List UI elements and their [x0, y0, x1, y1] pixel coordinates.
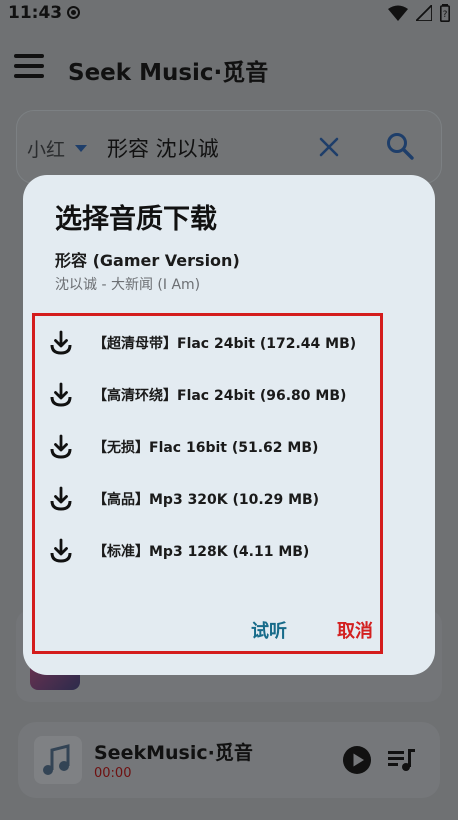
player-time: 00:00 [94, 766, 132, 781]
music-note-icon [43, 744, 70, 775]
quality-option-high[interactable]: 【高品】Mp3 320K (10.29 MB) [35, 478, 380, 518]
source-label: 小红 [27, 139, 66, 161]
download-icon [50, 434, 72, 459]
quality-option-standard[interactable]: 【标准】Mp3 128K (4.11 MB) [35, 530, 380, 570]
app-bar: Seek Music·觅音 [0, 26, 458, 110]
app-title: Seek Music·觅音 [68, 60, 269, 86]
source-dropdown[interactable]: 小红 [27, 135, 88, 162]
download-icon [50, 382, 72, 407]
quality-option-lossless[interactable]: 【无损】Flac 16bit (51.62 MB) [35, 426, 380, 466]
highlight-box: 【超清母带】Flac 24bit (172.44 MB) 【高清环绕】Flac … [32, 313, 383, 654]
quality-option-master[interactable]: 【超清母带】Flac 24bit (172.44 MB) [35, 322, 380, 362]
status-time: 11:43 [8, 3, 63, 23]
menu-icon[interactable] [14, 54, 44, 78]
quality-label: 【无损】Flac 16bit (51.62 MB) [93, 440, 319, 456]
song-meta: 沈以诚 - 大新闻 (I Am) [55, 277, 201, 293]
quality-label: 【高清环绕】Flac 24bit (96.80 MB) [93, 388, 347, 404]
caret-down-icon [75, 145, 88, 152]
mini-player[interactable]: SeekMusic·觅音 00:00 [18, 722, 440, 798]
download-icon [50, 538, 72, 563]
queue-music-icon[interactable] [388, 747, 416, 773]
clear-icon[interactable] [317, 135, 341, 159]
wifi-icon [388, 5, 408, 21]
album-art [34, 736, 82, 784]
search-bar: 小红 形容 沈以诚 [16, 110, 442, 184]
download-icon [50, 486, 72, 511]
quality-label: 【超清母带】Flac 24bit (172.44 MB) [93, 336, 357, 352]
svg-text:?: ? [443, 10, 448, 20]
status-icons: ? [388, 4, 450, 22]
download-icon [50, 330, 72, 355]
signal-icon [416, 5, 432, 21]
quality-label: 【高品】Mp3 320K (10.29 MB) [93, 492, 320, 508]
song-name: 形容 (Gamer Version) [55, 251, 240, 270]
cancel-button[interactable]: 取消 [337, 617, 373, 643]
dialog-title: 选择音质下载 [55, 204, 217, 235]
battery-icon: ? [440, 4, 450, 22]
quality-option-surround[interactable]: 【高清环绕】Flac 24bit (96.80 MB) [35, 374, 380, 414]
search-icon[interactable] [385, 131, 415, 161]
search-input[interactable]: 形容 沈以诚 [107, 133, 219, 163]
player-title: SeekMusic·觅音 [94, 742, 253, 764]
play-icon[interactable] [342, 745, 372, 775]
listen-button[interactable]: 试听 [251, 617, 287, 643]
quality-label: 【标准】Mp3 128K (4.11 MB) [93, 544, 310, 560]
status-bar: 11:43 ? [0, 0, 458, 26]
quality-dialog: 选择音质下载 形容 (Gamer Version) 沈以诚 - 大新闻 (I A… [23, 175, 435, 675]
notification-dot-icon [67, 6, 80, 19]
